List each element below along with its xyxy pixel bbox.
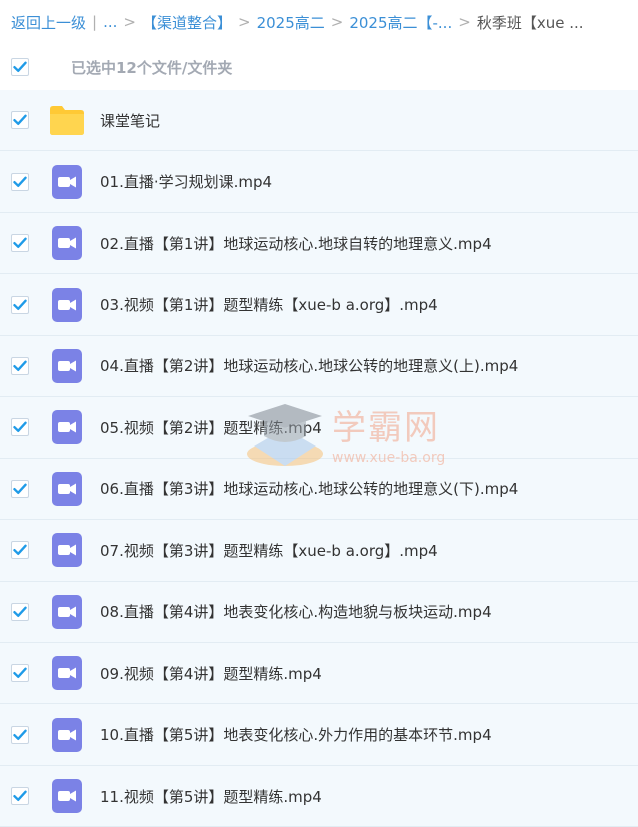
file-row[interactable]: 08.直播【第4讲】地表变化核心.构造地貌与板块运动.mp4 [0, 581, 638, 643]
breadcrumb-item-course[interactable]: 2025高二【-... [349, 12, 452, 33]
file-checkbox[interactable] [11, 787, 29, 806]
file-checkbox[interactable] [11, 295, 29, 314]
breadcrumb: 返回上一级 | ... > 【渠道整合】 > 2025高二 > 2025高二【-… [0, 0, 638, 44]
file-row[interactable]: 05.视频【第2讲】题型精练.mp4 [0, 397, 638, 459]
file-row[interactable]: 01.直播·学习规划课.mp4 [0, 151, 638, 213]
breadcrumb-separator: > [458, 13, 471, 31]
file-name[interactable]: 07.视频【第3讲】题型精练【xue-b a.org】.mp4 [100, 540, 438, 561]
breadcrumb-item-channel[interactable]: 【渠道整合】 [142, 12, 232, 33]
breadcrumb-separator: > [330, 13, 344, 31]
video-icon-wrap [48, 163, 86, 201]
checkmark-icon [13, 483, 27, 494]
file-row[interactable]: 10.直播【第5讲】地表变化核心.外力作用的基本环节.mp4 [0, 704, 638, 766]
file-row[interactable]: 11.视频【第5讲】题型精练.mp4 [0, 765, 638, 827]
file-name[interactable]: 05.视频【第2讲】题型精练.mp4 [100, 417, 322, 438]
video-file-icon [52, 348, 82, 383]
video-file-icon [52, 226, 82, 261]
breadcrumb-item-current: 秋季班【xue ... [476, 13, 584, 32]
video-file-icon [52, 533, 82, 568]
file-row[interactable]: 04.直播【第2讲】地球运动核心.地球公转的地理意义(上).mp4 [0, 335, 638, 398]
file-checkbox[interactable] [11, 172, 29, 191]
file-checkbox[interactable] [11, 725, 29, 744]
video-icon-wrap [48, 224, 86, 262]
video-icon-wrap [48, 286, 86, 324]
checkmark-icon [13, 299, 27, 310]
file-name[interactable]: 04.直播【第2讲】地球运动核心.地球公转的地理意义(上).mp4 [100, 355, 518, 376]
checkmark-icon [13, 606, 27, 617]
file-checkbox[interactable] [11, 479, 29, 498]
file-name[interactable]: 11.视频【第5讲】题型精练.mp4 [100, 786, 322, 807]
selection-count: 已选中12个文件/文件夹 [71, 58, 233, 77]
file-row[interactable]: 07.视频【第3讲】题型精练【xue-b a.org】.mp4 [0, 520, 638, 582]
breadcrumb-item-grade[interactable]: 2025高二 [257, 12, 325, 33]
file-row[interactable]: 09.视频【第4讲】题型精练.mp4 [0, 642, 638, 705]
file-name[interactable]: 03.视频【第1讲】题型精练【xue-b a.org】.mp4 [100, 294, 438, 315]
file-checkbox[interactable] [11, 541, 29, 560]
file-name[interactable]: 课堂笔记 [100, 110, 160, 131]
checkmark-icon [13, 176, 27, 187]
checkmark-icon [13, 422, 27, 433]
video-file-icon [52, 717, 82, 752]
file-row[interactable]: 02.直播【第1讲】地球运动核心.地球自转的地理意义.mp4 [0, 212, 638, 275]
selection-bar: 已选中12个文件/文件夹 [0, 44, 638, 90]
breadcrumb-divider: | [92, 13, 98, 31]
file-row[interactable]: 06.直播【第3讲】地球运动核心.地球公转的地理意义(下).mp4 [0, 458, 638, 521]
video-icon-wrap [48, 347, 86, 385]
file-name[interactable]: 01.直播·学习规划课.mp4 [100, 171, 272, 192]
video-file-icon [52, 410, 82, 445]
checkmark-icon [13, 360, 27, 371]
video-icon-wrap [48, 531, 86, 569]
video-file-icon [52, 164, 82, 199]
video-file-icon [52, 287, 82, 322]
video-icon-wrap [48, 408, 86, 446]
video-file-icon [52, 779, 82, 814]
checkmark-icon [13, 729, 27, 740]
breadcrumb-ellipsis[interactable]: ... [103, 13, 117, 31]
video-icon-wrap [48, 470, 86, 508]
file-name[interactable]: 08.直播【第4讲】地表变化核心.构造地貌与板块运动.mp4 [100, 601, 492, 622]
back-link[interactable]: 返回上一级 [11, 12, 86, 33]
video-file-icon [52, 656, 82, 691]
file-checkbox[interactable] [11, 111, 29, 130]
file-name[interactable]: 06.直播【第3讲】地球运动核心.地球公转的地理意义(下).mp4 [100, 478, 518, 499]
checkmark-icon [13, 61, 27, 72]
checkmark-icon [13, 790, 27, 802]
folder-icon-wrap [48, 101, 86, 139]
video-icon-wrap [48, 777, 86, 815]
checkmark-icon [13, 114, 27, 126]
select-all-checkbox[interactable] [11, 58, 29, 76]
video-icon-wrap [48, 716, 86, 754]
file-name[interactable]: 10.直播【第5讲】地表变化核心.外力作用的基本环节.mp4 [100, 724, 492, 745]
folder-icon [50, 106, 84, 136]
file-checkbox[interactable] [11, 418, 29, 437]
file-checkbox[interactable] [11, 356, 29, 375]
file-name[interactable]: 02.直播【第1讲】地球运动核心.地球自转的地理意义.mp4 [100, 233, 492, 254]
checkmark-icon [13, 237, 27, 249]
file-list: 课堂笔记 01.直播·学习规划课.mp4 02.直播【第1讲】地球运动核心.地球自转… [0, 90, 638, 827]
file-checkbox[interactable] [11, 664, 29, 683]
video-file-icon [52, 594, 82, 629]
breadcrumb-separator: > [123, 13, 136, 31]
file-row[interactable]: 03.视频【第1讲】题型精练【xue-b a.org】.mp4 [0, 274, 638, 336]
checkmark-icon [13, 667, 27, 679]
checkmark-icon [13, 544, 27, 556]
video-icon-wrap [48, 654, 86, 692]
file-checkbox[interactable] [11, 602, 29, 621]
file-checkbox[interactable] [11, 234, 29, 253]
video-file-icon [52, 471, 82, 506]
breadcrumb-separator: > [237, 13, 251, 31]
file-name[interactable]: 09.视频【第4讲】题型精练.mp4 [100, 663, 322, 684]
file-row[interactable]: 课堂笔记 [0, 90, 638, 152]
video-icon-wrap [48, 593, 86, 631]
